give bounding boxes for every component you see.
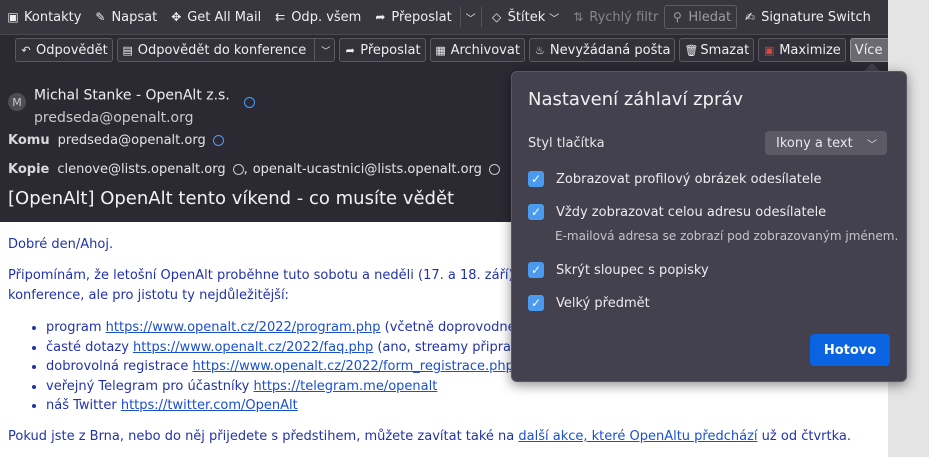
archive-button[interactable]: ▦ Archivovat (429, 38, 525, 62)
toolbar-quick-filter-button[interactable]: ⇅ Rychlý filtr (565, 5, 664, 29)
signature-icon: ✍ (745, 10, 756, 24)
main-toolbar: ▣ Kontakty ✎ Napsat ✥ Get All Mail ⇇ Odp… (0, 0, 888, 35)
junk-icon: ♨ (534, 43, 545, 57)
toolbar-search-box[interactable]: ⚲ Hledat (664, 5, 738, 29)
chevron-down-icon[interactable]: ﹀ (314, 39, 330, 61)
toolbar-divider (459, 7, 461, 27)
sender-block: M Michal Stanke - OpenAlt z.s. predseda@… (8, 83, 256, 126)
reply-list-button[interactable]: ▤ Odpovědět do konference ﹀ (116, 38, 336, 62)
list-item: program https://www.openalt.cz/2022/prog… (46, 320, 531, 340)
reply-list-icon: ▤ (122, 43, 133, 57)
checkbox-checked-icon[interactable]: ✓ (528, 295, 544, 311)
faq-link[interactable]: https://www.openalt.cz/2022/faq.php (133, 340, 373, 355)
tag-icon: ◇ (492, 10, 502, 24)
program-link[interactable]: https://www.openalt.cz/2022/program.php (106, 320, 381, 335)
toolbar-divider (480, 7, 482, 27)
panel-title: Nastavení záhlaví zpráv (528, 89, 744, 110)
reply-icon: ↶ (21, 43, 31, 57)
body-paragraph: konference, ale pro jistotu ty nejdůleži… (8, 288, 289, 303)
get-all-mail-icon: ✥ (171, 10, 182, 24)
address-book-icon[interactable] (212, 135, 224, 146)
body-paragraph: Připomínám, že letošní OpenAlt proběhne … (8, 268, 534, 283)
to-label: Komu (8, 133, 50, 148)
registration-link[interactable]: https://www.openalt.cz/2022/form_registr… (192, 359, 513, 374)
sender-name[interactable]: Michal Stanke - OpenAlt z.s. (34, 83, 256, 108)
body-paragraph: Pokud jste z Brna, nebo do něj přijedete… (8, 429, 851, 444)
quick-filter-icon: ⇅ (573, 10, 584, 24)
list-item: náš Twitter https://twitter.com/OpenAlt (46, 398, 531, 418)
header-settings-panel: Nastavení záhlaví zpráv Styl tlačítka Ik… (511, 71, 907, 382)
forward-button[interactable]: ➦ Přeposlat (339, 38, 426, 62)
reply-all-icon: ⇇ (275, 10, 286, 24)
button-style-select[interactable]: Ikony a text ﹀ (765, 131, 887, 155)
pencil-icon: ✎ (95, 10, 106, 24)
other-events-link[interactable]: další akce, které OpenAltu předchází (518, 429, 757, 444)
list-item: veřejný Telegram pro účastníky https://t… (46, 379, 531, 399)
panel-arrow (864, 63, 880, 71)
sender-address[interactable]: predseda@openalt.org (34, 110, 255, 126)
full-address-hint: E-mailová adresa se zobrazí pod zobrazov… (555, 229, 899, 243)
chevron-down-icon: ﹀ (867, 139, 877, 151)
done-button[interactable]: Hotovo (810, 334, 890, 366)
cc-address[interactable]: clenove@lists.openalt.org (57, 162, 225, 177)
toolbar-write-button[interactable]: ✎ Napsat (87, 5, 163, 29)
contacts-icon: ▣ (7, 10, 19, 24)
mailing-list-icon[interactable] (488, 164, 500, 175)
toolbar-contacts-button[interactable]: ▣ Kontakty (0, 5, 87, 29)
option-hide-labels[interactable]: ✓ Skrýt sloupec s popisky (528, 262, 709, 278)
checkbox-checked-icon[interactable]: ✓ (528, 204, 544, 220)
link-list: program https://www.openalt.cz/2022/prog… (28, 320, 531, 418)
cc-row: Kopie clenove@lists.openalt.org , openal… (8, 162, 500, 177)
archive-icon: ▦ (435, 43, 446, 57)
maximize-button[interactable]: ▣ Maximize (758, 38, 846, 62)
forward-icon: ➦ (345, 43, 355, 57)
toolbar-get-all-mail-button[interactable]: ✥ Get All Mail (163, 5, 267, 29)
toolbar-forward-dropdown[interactable]: ﹀ (463, 5, 479, 29)
option-show-avatar[interactable]: ✓ Zobrazovat profilový obrázek odesílate… (528, 171, 822, 187)
telegram-link[interactable]: https://telegram.me/openalt (254, 379, 438, 394)
mailing-list-icon[interactable] (232, 164, 244, 175)
toolbar-signature-switch-button[interactable]: ✍ Signature Switch (737, 5, 877, 29)
list-item: časté dotazy https://www.openalt.cz/2022… (46, 340, 531, 360)
cc-separator: , (243, 162, 248, 177)
to-address[interactable]: predseda@openalt.org (58, 133, 206, 148)
cc-address[interactable]: openalt-ucastnici@lists.openalt.org (253, 162, 482, 177)
trash-icon: 🗑 (684, 43, 699, 57)
junk-button[interactable]: ♨ Nevyžádaná pošta (528, 38, 676, 62)
message-subject: [OpenAlt] OpenAlt tento víkend - co musí… (8, 188, 455, 209)
avatar: M (8, 93, 26, 111)
button-style-label: Styl tlačítka (528, 136, 605, 151)
cc-label: Kopie (8, 162, 50, 177)
maximize-icon: ▣ (764, 43, 775, 57)
to-row: Komu predseda@openalt.org (8, 133, 224, 148)
address-book-icon[interactable] (244, 97, 256, 108)
list-item: dobrovolná registrace https://www.openal… (46, 359, 531, 379)
toolbar-reply-all-button[interactable]: ⇇ Odp. všem (267, 5, 367, 29)
checkbox-checked-icon[interactable]: ✓ (528, 262, 544, 278)
chevron-down-icon: ﹀ (549, 13, 560, 25)
option-large-subject[interactable]: ✓ Velký předmět (528, 295, 650, 311)
header-actions: ↶ Odpovědět ▤ Odpovědět do konference ﹀ … (15, 38, 903, 62)
search-icon: ⚲ (672, 10, 682, 24)
forward-icon: ➦ (375, 10, 386, 24)
checkbox-checked-icon[interactable]: ✓ (528, 171, 544, 187)
reply-button[interactable]: ↶ Odpovědět (15, 38, 113, 62)
chevron-down-icon: ﹀ (465, 13, 476, 25)
option-full-address[interactable]: ✓ Vždy zobrazovat celou adresu odesílate… (528, 204, 826, 220)
toolbar-tag-button[interactable]: ◇ Štítek ﹀ (484, 5, 566, 29)
twitter-link[interactable]: https://twitter.com/OpenAlt (121, 398, 298, 413)
greeting: Dobré den/Ahoj. (8, 237, 114, 252)
delete-button[interactable]: 🗑 Smazat (679, 38, 755, 62)
toolbar-forward-button[interactable]: ➦ Přeposlat (367, 5, 457, 29)
